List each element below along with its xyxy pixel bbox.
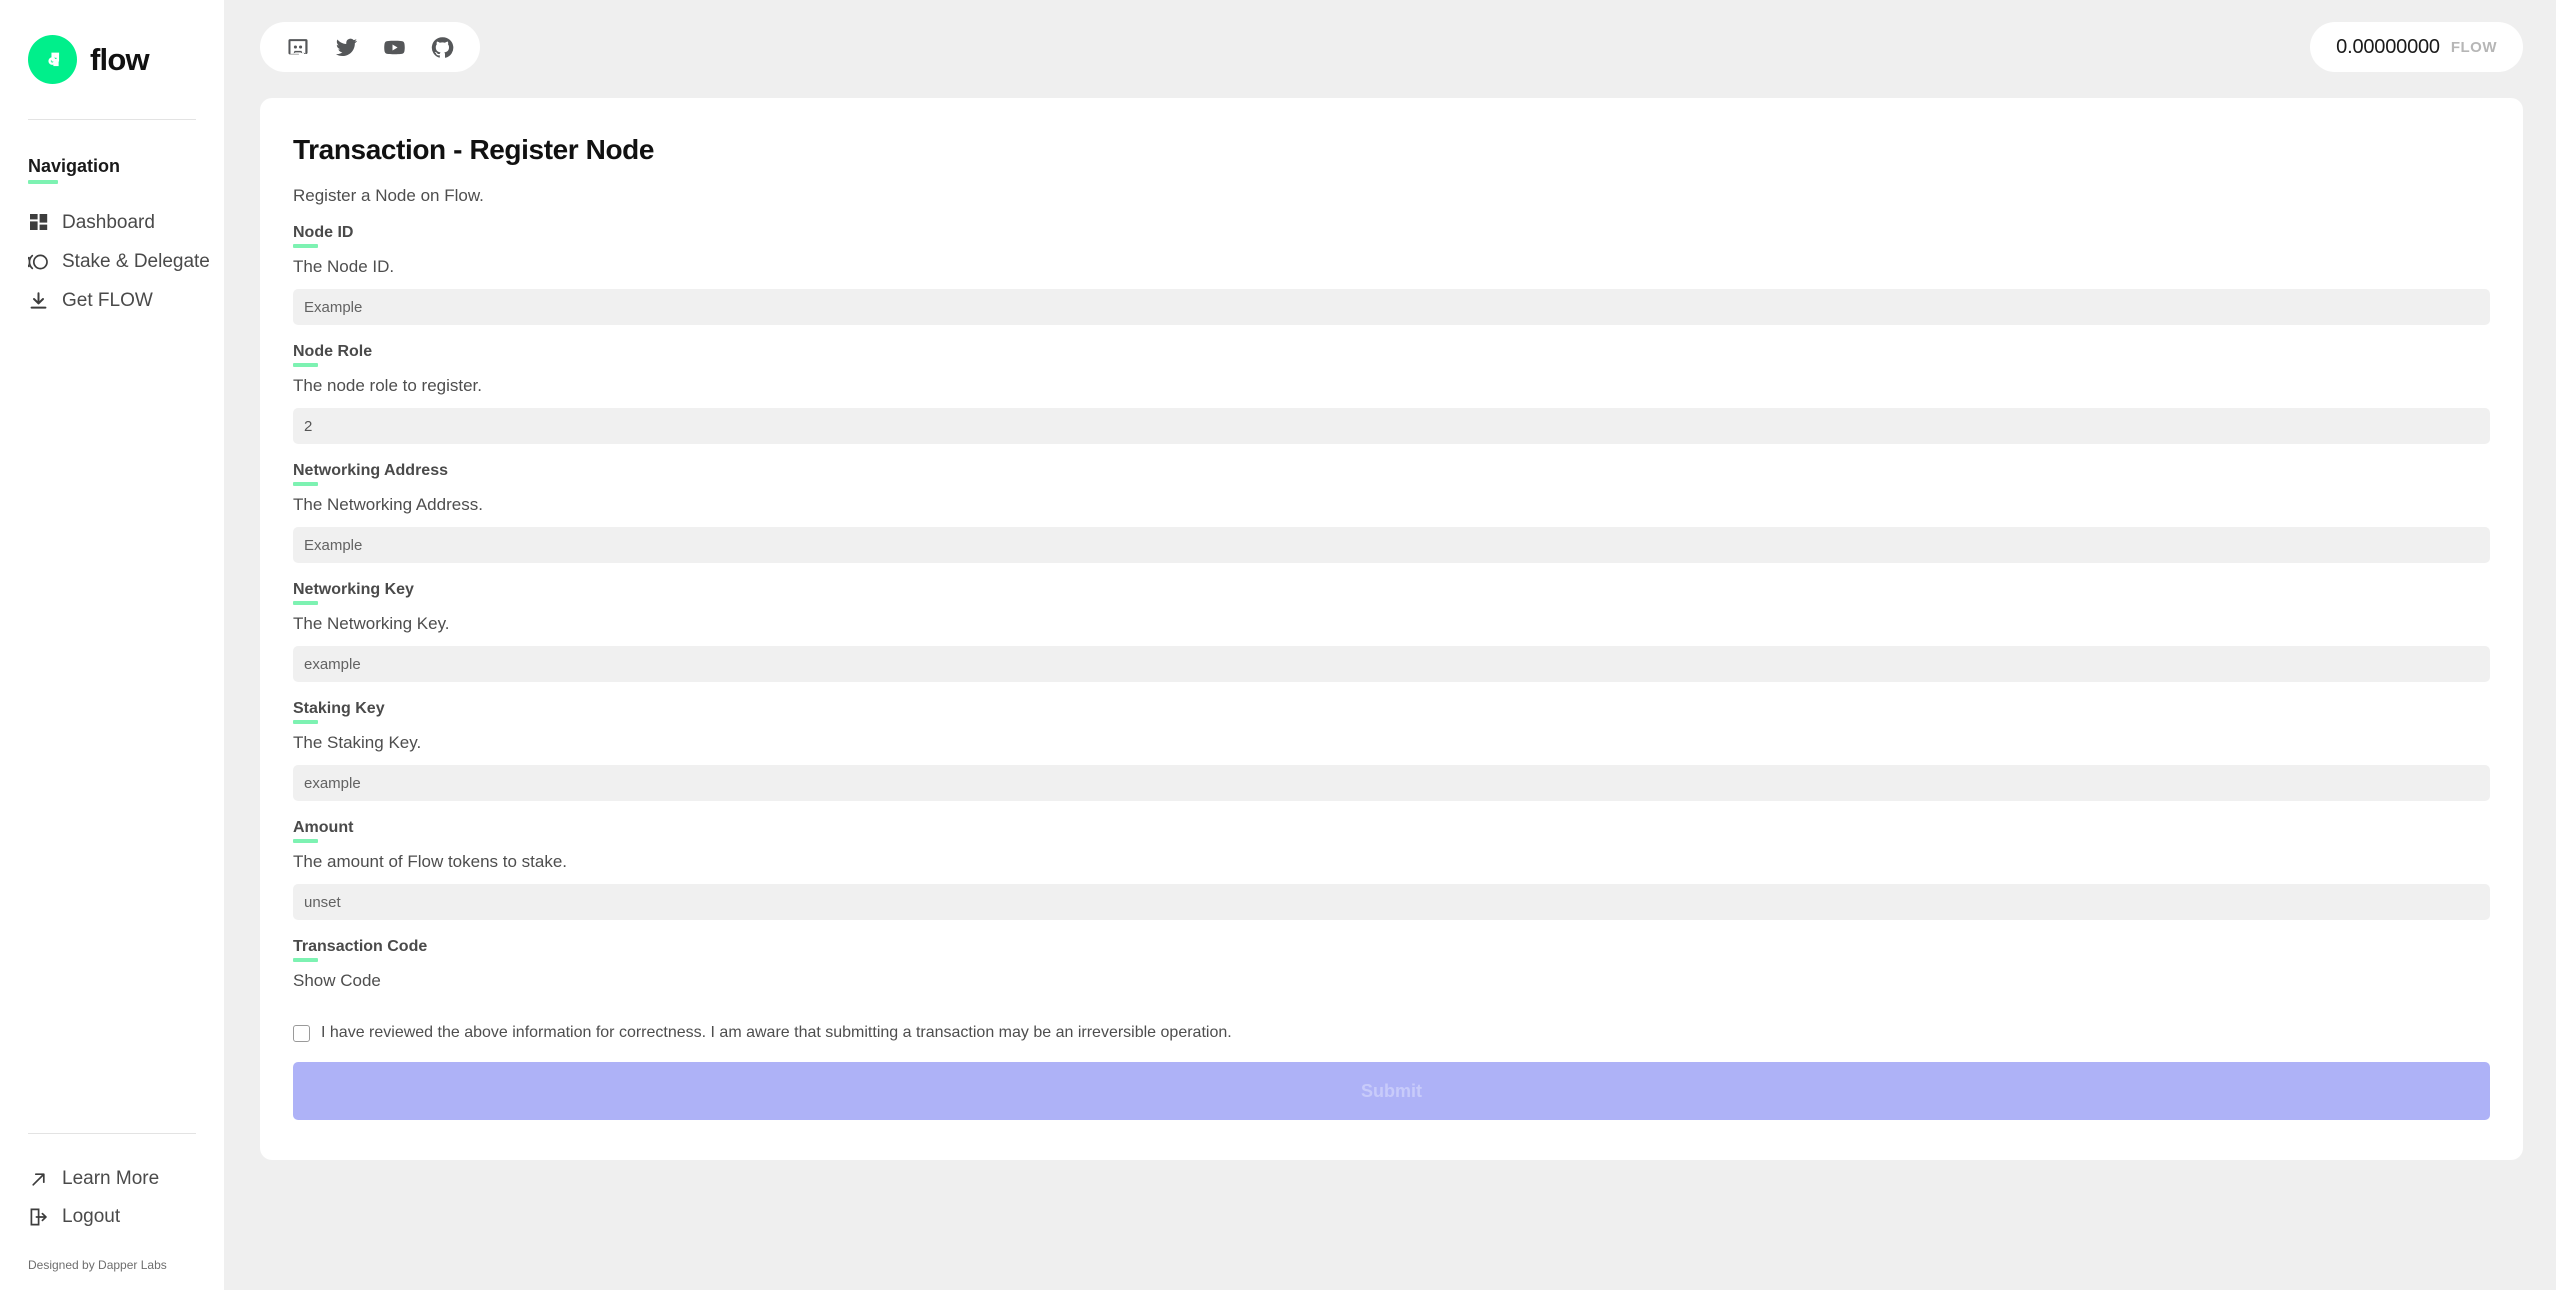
submit-button[interactable]: Submit (293, 1062, 2490, 1120)
field-help-text: The Networking Key. (293, 614, 450, 633)
dashboard-grid-icon (28, 212, 49, 233)
sidebar: flow Navigation Dashboard Stake & Delega… (0, 0, 224, 1290)
social-links-bar (260, 22, 480, 72)
brand-logo[interactable]: flow (28, 35, 196, 84)
field-networking-key: Networking Key The Networking Key. (293, 581, 2490, 682)
stake-delegate-icon (28, 251, 49, 272)
consent-checkbox[interactable] (293, 1024, 310, 1042)
field-label: Staking Key (293, 700, 385, 724)
show-code-toggle[interactable]: Show Code (293, 971, 2490, 991)
twitter-icon[interactable] (322, 22, 370, 72)
balance-amount: 0.00000000 (2336, 35, 2440, 58)
networking-address-input[interactable] (293, 527, 2490, 563)
sidebar-footer-label: Learn More (62, 1168, 160, 1189)
consent-row: I have reviewed the above information fo… (293, 1024, 2490, 1042)
sidebar-item-dashboard[interactable]: Dashboard (28, 203, 196, 242)
networking-key-input[interactable] (293, 646, 2490, 682)
balance-unit: FLOW (2450, 38, 2497, 56)
field-node-role: Node Role The node role to register. (293, 343, 2490, 444)
node-role-input[interactable] (293, 408, 2490, 444)
sidebar-item-label: Stake & Delegate (62, 250, 210, 272)
topbar: 0.00000000 FLOW (260, 22, 2523, 72)
youtube-icon[interactable] (370, 22, 418, 72)
field-networking-address: Networking Address The Networking Addres… (293, 462, 2490, 563)
field-label: Amount (293, 819, 354, 843)
design-credit: Designed by Dapper Labs (28, 1258, 167, 1272)
download-icon (28, 290, 49, 311)
github-icon[interactable] (418, 22, 466, 72)
sidebar-item-label: Dashboard (62, 211, 155, 233)
transaction-card: Transaction - Register Node Register a N… (260, 98, 2523, 1160)
field-label: Node Role (293, 343, 373, 367)
balance-display: 0.00000000 FLOW (2310, 22, 2523, 72)
field-help-text: The amount of Flow tokens to stake. (293, 852, 568, 871)
field-amount: Amount The amount of Flow tokens to stak… (293, 819, 2490, 920)
sidebar-footer-label: Logout (62, 1206, 121, 1227)
brand-name: flow (90, 41, 150, 77)
main-content: 0.00000000 FLOW Transaction - Register N… (224, 0, 2556, 1290)
field-transaction-code: Transaction Code Show Code (293, 938, 2490, 991)
field-label: Node ID (293, 224, 354, 248)
sidebar-item-get-flow[interactable]: Get FLOW (28, 281, 196, 320)
sidebar-bottom-divider (28, 1133, 196, 1134)
page-subtitle: Register a Node on Flow. (293, 186, 484, 205)
amount-input[interactable] (293, 884, 2490, 920)
staking-key-input[interactable] (293, 765, 2490, 801)
sidebar-item-logout[interactable]: Logout (28, 1198, 196, 1236)
sidebar-item-label: Get FLOW (62, 289, 153, 311)
field-node-id: Node ID The Node ID. (293, 224, 2490, 325)
field-help-text: The Node ID. (293, 257, 395, 276)
external-link-arrow-icon (28, 1169, 49, 1190)
sidebar-top-divider (28, 119, 196, 120)
field-label: Networking Key (293, 581, 414, 605)
sidebar-nav: Dashboard Stake & Delegate Get FLOW (28, 203, 210, 320)
navigation-heading: Navigation (28, 156, 121, 184)
page-title: Transaction - Register Node (293, 134, 655, 165)
sidebar-item-learn-more[interactable]: Learn More (28, 1160, 196, 1198)
node-id-input[interactable] (293, 289, 2490, 325)
flow-logo-icon (28, 35, 77, 84)
field-label: Networking Address (293, 462, 448, 486)
field-help-text: The node role to register. (293, 376, 483, 395)
consent-label: I have reviewed the above information fo… (321, 1024, 1232, 1041)
logout-icon (28, 1207, 49, 1228)
field-staking-key: Staking Key The Staking Key. (293, 700, 2490, 801)
field-label: Transaction Code (293, 938, 428, 962)
field-help-text: The Networking Address. (293, 495, 483, 514)
discord-icon[interactable] (274, 22, 322, 72)
app-root: flow Navigation Dashboard Stake & Delega… (0, 0, 2556, 1290)
sidebar-item-stake-delegate[interactable]: Stake & Delegate (28, 242, 210, 281)
sidebar-footer: Learn More Logout Designed by Dapper Lab… (28, 1133, 196, 1290)
field-help-text: The Staking Key. (293, 733, 422, 752)
